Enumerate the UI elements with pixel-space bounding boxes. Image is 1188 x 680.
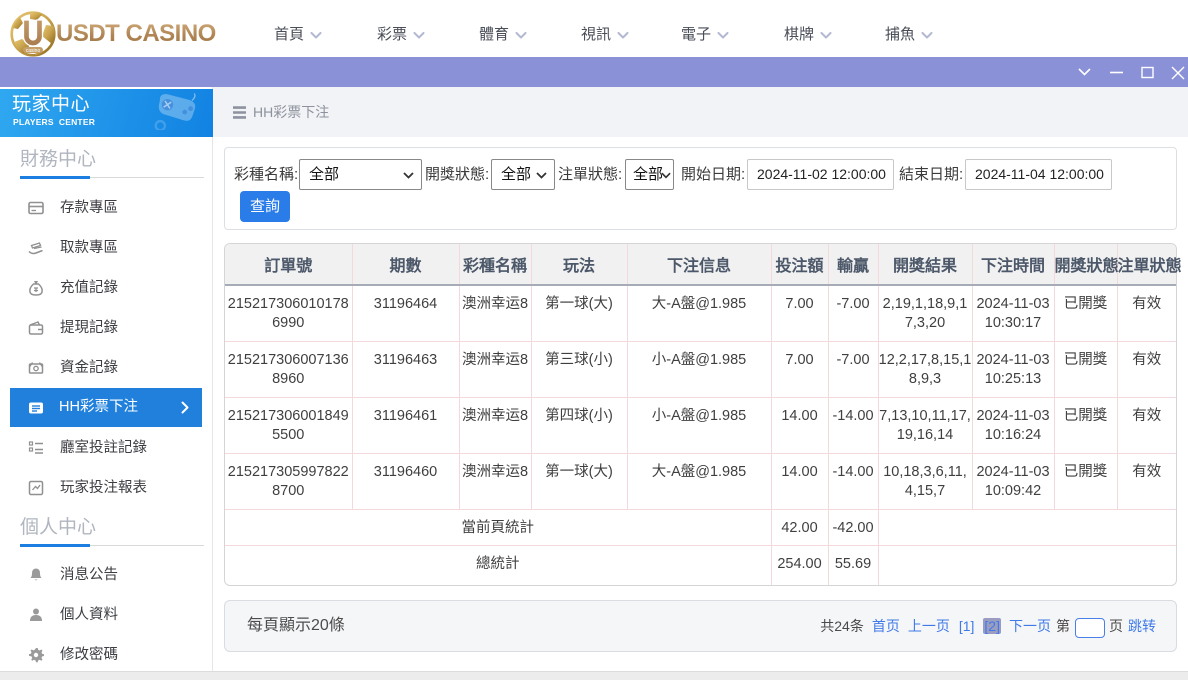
svg-text:casino: casino [26, 48, 41, 54]
